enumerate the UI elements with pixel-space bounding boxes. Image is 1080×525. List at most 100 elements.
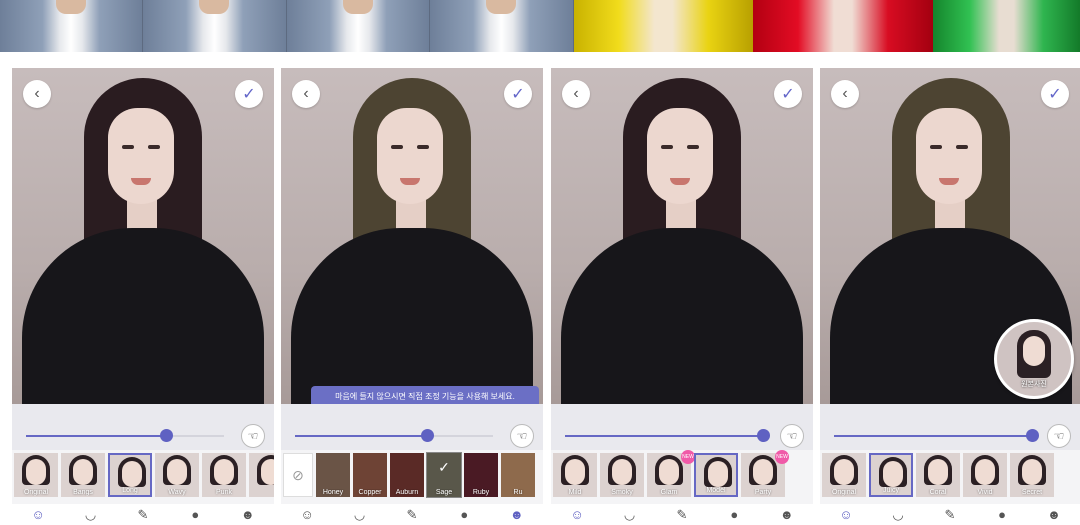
color-swatch[interactable]: Ruby — [464, 453, 498, 497]
preset-item-selected[interactable]: Model — [694, 453, 738, 497]
back-icon: ‹ — [34, 85, 40, 102]
top-image-strip — [0, 0, 1080, 52]
back-button[interactable]: ‹ — [831, 80, 859, 108]
lipstick-tool-icon[interactable]: ✎ — [672, 506, 692, 524]
editor-panel-2: ‹ ✓ 마음에 들지 않으시면 직접 조정 기능을 사용해 보세요. ☜ ⊘ H… — [281, 68, 543, 525]
manual-adjust-button[interactable]: ☜ — [510, 424, 534, 448]
portrait-photo: ‹ ✓ — [551, 68, 813, 404]
preset-label: Secret — [1021, 489, 1043, 496]
preset-item[interactable]: NEW Glam — [647, 450, 695, 497]
color-swatch-list: ⊘ Honey Copper Auburn ✓ Sage Ruby Ru — [281, 450, 543, 502]
lipstick-tool-icon[interactable]: ✎ — [402, 506, 422, 524]
back-icon: ‹ — [303, 85, 309, 102]
color-swatch[interactable]: Copper — [353, 453, 387, 497]
face-tool-icon[interactable]: ☺ — [567, 506, 587, 524]
hair-tool-icon[interactable]: ☻ — [1044, 506, 1064, 524]
no-color-swatch[interactable]: ⊘ — [283, 453, 313, 497]
preset-item[interactable] — [249, 453, 274, 497]
face — [647, 108, 713, 204]
back-button[interactable]: ‹ — [23, 80, 51, 108]
manual-adjust-button[interactable]: ☜ — [1047, 424, 1071, 448]
head-tool-icon[interactable]: ● — [185, 506, 205, 524]
head-tool-icon[interactable]: ● — [992, 506, 1012, 524]
preset-face — [753, 459, 773, 485]
preset-item[interactable]: NEW Party — [741, 450, 789, 497]
preset-item[interactable]: Punk — [202, 453, 246, 497]
preset-label: Original — [831, 489, 857, 496]
hair-tool-icon[interactable]: ☻ — [777, 506, 797, 524]
eye-left — [391, 145, 403, 149]
swatch-label: Auburn — [395, 489, 419, 496]
intensity-slider-row: ☜ — [281, 404, 543, 450]
preset-label: Model — [706, 487, 726, 494]
manual-adjust-button[interactable]: ☜ — [780, 424, 804, 448]
yellow-hair-photo — [573, 0, 754, 52]
preset-item[interactable]: Smoky — [600, 453, 644, 497]
preset-item[interactable]: Wavy — [155, 453, 199, 497]
manual-adjust-button[interactable]: ☜ — [241, 424, 265, 448]
intensity-slider[interactable] — [26, 429, 224, 442]
lipstick-tool-icon[interactable]: ✎ — [133, 506, 153, 524]
back-button[interactable]: ‹ — [562, 80, 590, 108]
hand-icon: ☜ — [786, 429, 798, 443]
intensity-slider[interactable] — [295, 429, 493, 442]
slider-knob[interactable] — [1026, 429, 1039, 442]
preset-item-selected[interactable]: Juicy — [869, 453, 913, 497]
preset-face — [26, 459, 46, 485]
head-tool-icon[interactable]: ● — [724, 506, 744, 524]
preset-item[interactable]: Bangs — [61, 453, 105, 497]
cup-tool-icon[interactable]: ◡ — [81, 506, 101, 524]
hand-icon: ☜ — [247, 429, 259, 443]
back-icon: ‹ — [573, 85, 579, 102]
eye-right — [956, 145, 968, 149]
hair-tool-icon[interactable]: ☻ — [507, 506, 527, 524]
color-swatch-selected[interactable]: ✓ Sage — [426, 452, 462, 498]
mouth — [131, 178, 151, 185]
preset-item[interactable]: Vivid — [963, 453, 1007, 497]
head-tool-icon[interactable]: ● — [454, 506, 474, 524]
color-swatch[interactable]: Auburn — [390, 453, 424, 497]
face-tool-icon[interactable]: ☺ — [836, 506, 856, 524]
preset-item[interactable]: Secret — [1010, 453, 1054, 497]
confirm-button[interactable]: ✓ — [235, 80, 263, 108]
back-button[interactable]: ‹ — [292, 80, 320, 108]
slider-knob[interactable] — [757, 429, 770, 442]
mouth — [939, 178, 959, 185]
confirm-button[interactable]: ✓ — [1041, 80, 1069, 108]
face-tool-icon[interactable]: ☺ — [28, 506, 48, 524]
intensity-slider[interactable] — [565, 429, 770, 442]
slider-knob[interactable] — [160, 429, 173, 442]
eye-left — [930, 145, 942, 149]
intensity-slider[interactable] — [834, 429, 1039, 442]
confirm-button[interactable]: ✓ — [504, 80, 532, 108]
cup-tool-icon[interactable]: ◡ — [620, 506, 640, 524]
portrait-photo: ‹ ✓ — [12, 68, 274, 404]
preset-label: Vivid — [977, 489, 993, 496]
color-swatch[interactable]: Honey — [316, 453, 350, 497]
new-badge: NEW — [775, 450, 789, 464]
preset-item[interactable]: Mild — [553, 453, 597, 497]
original-photo-thumbnail[interactable]: 원본사진 — [994, 319, 1074, 399]
face-tool-icon[interactable]: ☺ — [297, 506, 317, 524]
slider-fill — [26, 435, 166, 437]
color-swatch[interactable]: Ru — [501, 453, 535, 497]
preset-face — [975, 459, 995, 485]
preset-face — [834, 459, 854, 485]
cup-tool-icon[interactable]: ◡ — [888, 506, 908, 524]
preset-item[interactable]: Coral — [916, 453, 960, 497]
preset-item-selected[interactable]: Long — [108, 453, 152, 497]
check-icon: ✓ — [438, 459, 450, 475]
slider-knob[interactable] — [421, 429, 434, 442]
lipstick-tool-icon[interactable]: ✎ — [940, 506, 960, 524]
eye-left — [122, 145, 134, 149]
hair-tool-icon[interactable]: ☻ — [238, 506, 258, 524]
preset-face — [73, 459, 93, 485]
cup-tool-icon[interactable]: ◡ — [350, 506, 370, 524]
editor-panel-3: ‹ ✓ ☜ Mild Smoky NEW Glam Model NEW Party … — [551, 68, 813, 525]
preset-face — [167, 459, 187, 485]
preset-face — [122, 461, 142, 487]
editor-panel-1: ‹ ✓ ☜ Original Bangs Long Wavy Punk ☺ ◡ … — [12, 68, 274, 525]
confirm-button[interactable]: ✓ — [774, 80, 802, 108]
preset-item[interactable]: Original — [822, 453, 866, 497]
preset-item[interactable]: Original — [14, 453, 58, 497]
